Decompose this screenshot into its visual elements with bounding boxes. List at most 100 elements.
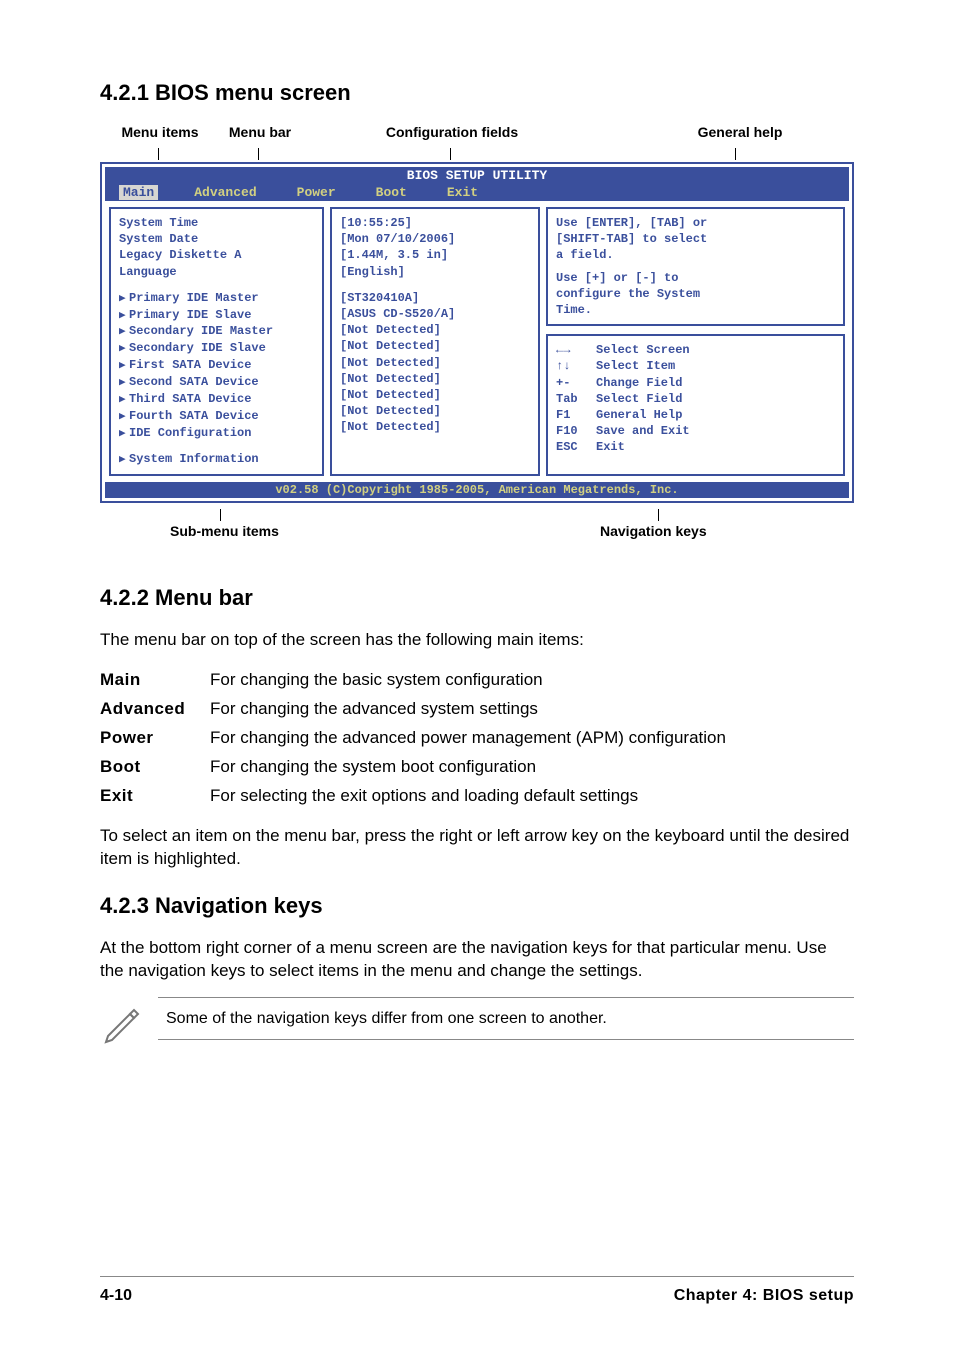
val-pis: [ASUS CD-S520/A] — [340, 306, 530, 322]
chevron-right-icon: ▶ — [119, 359, 129, 374]
menu-definitions-table: MainFor changing the basic system config… — [100, 666, 726, 811]
menu-exit[interactable]: Exit — [443, 185, 482, 200]
term-advanced: Advanced — [100, 695, 210, 724]
item-legacy-diskette[interactable]: Legacy Diskette A — [119, 247, 314, 263]
menu-boot[interactable]: Boot — [372, 185, 411, 200]
desc-main: For changing the basic system configurat… — [210, 666, 726, 695]
nav-row: F10Save and Exit — [556, 423, 835, 439]
table-row: BootFor changing the system boot configu… — [100, 753, 726, 782]
val-nd2: [Not Detected] — [340, 338, 530, 354]
top-callouts: Menu items Menu bar Configuration fields… — [100, 124, 854, 146]
term-boot: Boot — [100, 753, 210, 782]
val-date[interactable]: [Mon 07/10/2006] — [340, 231, 530, 247]
callout-general-help: General help — [660, 124, 820, 140]
nav-row: TabSelect Field — [556, 391, 835, 407]
bios-title: BIOS SETUP UTILITY — [105, 167, 849, 184]
val-nd5: [Not Detected] — [340, 387, 530, 403]
bios-copyright: v02.58 (C)Copyright 1985-2005, American … — [105, 482, 849, 498]
item-second-sata[interactable]: ▶Second SATA Device — [119, 374, 314, 391]
item-secondary-ide-master[interactable]: ▶Secondary IDE Master — [119, 323, 314, 340]
heading-421: 4.2.1 BIOS menu screen — [100, 80, 854, 106]
item-system-date[interactable]: System Date — [119, 231, 314, 247]
help-line: Use [ENTER], [TAB] or — [556, 215, 835, 231]
val-diskette[interactable]: [1.44M, 3.5 in] — [340, 247, 530, 263]
help-line: Use [+] or [-] to — [556, 270, 835, 286]
callout-menu-items: Menu items — [100, 124, 220, 140]
val-pim: [ST320410A] — [340, 290, 530, 306]
page-number: 4-10 — [100, 1287, 132, 1305]
bios-left-panel: System Time System Date Legacy Diskette … — [109, 207, 324, 476]
help-line: Time. — [556, 302, 835, 318]
chapter-label: Chapter 4: BIOS setup — [674, 1287, 854, 1305]
term-main: Main — [100, 666, 210, 695]
note-text: Some of the navigation keys differ from … — [166, 1010, 607, 1027]
item-primary-ide-slave[interactable]: ▶Primary IDE Slave — [119, 307, 314, 324]
term-power: Power — [100, 724, 210, 753]
bottom-callouts: Sub-menu items Navigation keys — [100, 509, 854, 549]
callout-submenu-items: Sub-menu items — [170, 523, 279, 539]
val-nd6: [Not Detected] — [340, 403, 530, 419]
desc-advanced: For changing the advanced system setting… — [210, 695, 726, 724]
menu-main[interactable]: Main — [119, 185, 158, 200]
item-system-info[interactable]: ▶System Information — [119, 451, 314, 468]
plus-minus-icon: +- — [556, 375, 596, 391]
table-row: MainFor changing the basic system config… — [100, 666, 726, 695]
item-first-sata[interactable]: ▶First SATA Device — [119, 357, 314, 374]
p423: At the bottom right corner of a menu scr… — [100, 937, 854, 983]
nav-row: ↑↓Select Item — [556, 358, 835, 374]
table-row: AdvancedFor changing the advanced system… — [100, 695, 726, 724]
val-time[interactable]: [10:55:25] — [340, 215, 530, 231]
help-line: [SHIFT-TAB] to select — [556, 231, 835, 247]
bios-mid-panel: [10:55:25] [Mon 07/10/2006] [1.44M, 3.5 … — [330, 207, 540, 476]
note-box: Some of the navigation keys differ from … — [158, 997, 854, 1041]
bios-menubar[interactable]: Main Advanced Power Boot Exit — [105, 184, 849, 201]
term-exit: Exit — [100, 782, 210, 811]
help-line: configure the System — [556, 286, 835, 302]
page-footer: 4-10 Chapter 4: BIOS setup — [100, 1276, 854, 1305]
p422-intro: The menu bar on top of the screen has th… — [100, 629, 854, 652]
chevron-right-icon: ▶ — [119, 376, 129, 391]
bios-help-panel: Use [ENTER], [TAB] or [SHIFT-TAB] to sel… — [546, 207, 845, 326]
item-system-time[interactable]: System Time — [119, 215, 314, 231]
menu-advanced[interactable]: Advanced — [190, 185, 260, 200]
desc-exit: For selecting the exit options and loadi… — [210, 782, 726, 811]
chevron-right-icon: ▶ — [119, 342, 129, 357]
chevron-right-icon: ▶ — [119, 325, 129, 340]
val-lang[interactable]: [English] — [340, 264, 530, 280]
item-secondary-ide-slave[interactable]: ▶Secondary IDE Slave — [119, 340, 314, 357]
chevron-right-icon: ▶ — [119, 292, 129, 307]
desc-power: For changing the advanced power manageme… — [210, 724, 726, 753]
val-nd1: [Not Detected] — [340, 322, 530, 338]
arrows-ud-icon: ↑↓ — [556, 358, 596, 374]
callout-menu-bar: Menu bar — [210, 124, 310, 140]
item-fourth-sata[interactable]: ▶Fourth SATA Device — [119, 408, 314, 425]
callout-nav-keys: Navigation keys — [600, 523, 707, 539]
item-primary-ide-master[interactable]: ▶Primary IDE Master — [119, 290, 314, 307]
bios-window: BIOS SETUP UTILITY Main Advanced Power B… — [100, 162, 854, 503]
bios-nav-panel: ←→Select Screen ↑↓Select Item +-Change F… — [546, 334, 845, 476]
table-row: ExitFor selecting the exit options and l… — [100, 782, 726, 811]
val-nd3: [Not Detected] — [340, 355, 530, 371]
heading-423: 4.2.3 Navigation keys — [100, 893, 854, 919]
item-ide-config[interactable]: ▶IDE Configuration — [119, 425, 314, 442]
chevron-right-icon: ▶ — [119, 453, 129, 468]
val-nd4: [Not Detected] — [340, 371, 530, 387]
heading-422: 4.2.2 Menu bar — [100, 585, 854, 611]
top-ticks — [100, 148, 854, 162]
callout-config-fields: Configuration fields — [352, 124, 552, 140]
val-nd7: [Not Detected] — [340, 419, 530, 435]
desc-boot: For changing the system boot configurati… — [210, 753, 726, 782]
item-language[interactable]: Language — [119, 264, 314, 280]
chevron-right-icon: ▶ — [119, 410, 129, 425]
item-third-sata[interactable]: ▶Third SATA Device — [119, 391, 314, 408]
pencil-icon — [100, 1000, 144, 1044]
nav-row: ←→Select Screen — [556, 342, 835, 358]
table-row: PowerFor changing the advanced power man… — [100, 724, 726, 753]
p422-end: To select an item on the menu bar, press… — [100, 825, 854, 871]
chevron-right-icon: ▶ — [119, 427, 129, 442]
help-line: a field. — [556, 247, 835, 263]
nav-row: +-Change Field — [556, 375, 835, 391]
nav-row: ESCExit — [556, 439, 835, 455]
chevron-right-icon: ▶ — [119, 393, 129, 408]
menu-power[interactable]: Power — [293, 185, 340, 200]
